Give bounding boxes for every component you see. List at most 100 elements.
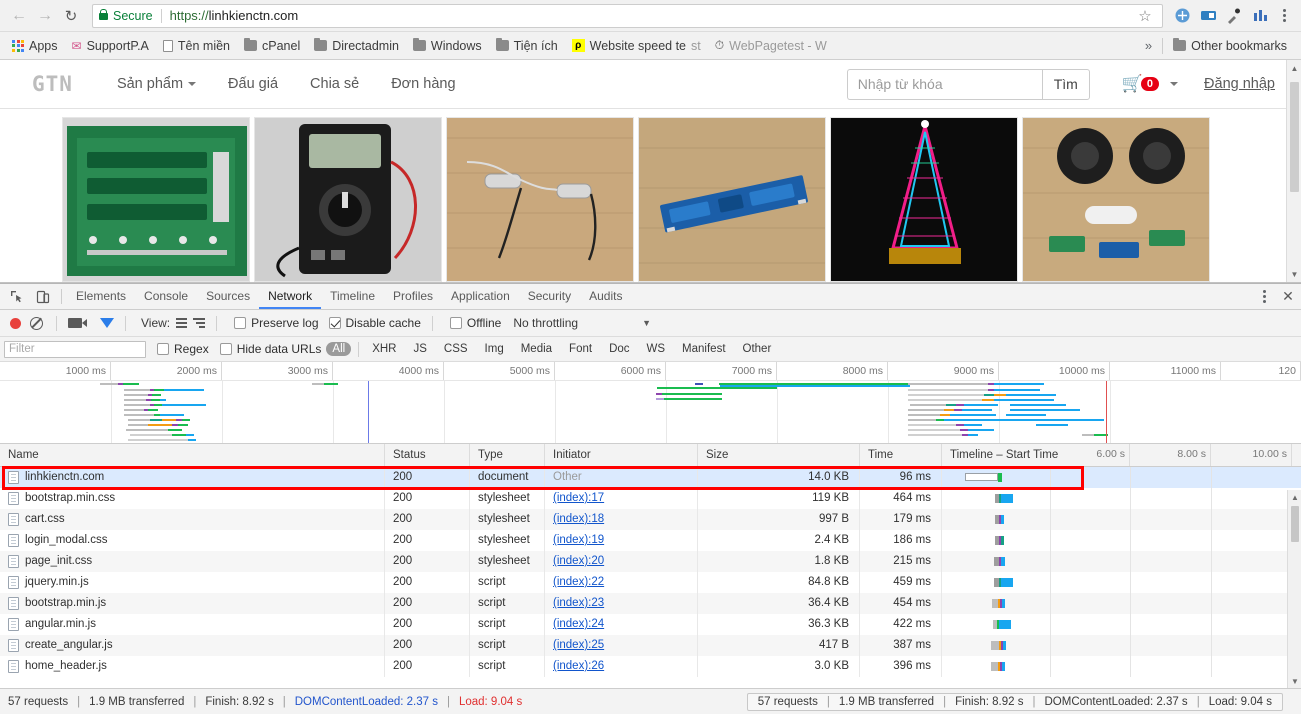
extension-icon-1[interactable] xyxy=(1169,3,1195,29)
table-row[interactable]: bootstrap.min.js 200 script (index):23 3… xyxy=(0,592,1301,614)
type-filter-css[interactable]: CSS xyxy=(438,342,474,356)
scroll-down-icon[interactable]: ▼ xyxy=(1287,266,1301,282)
column-header-type[interactable]: Type xyxy=(470,444,545,466)
bookmark-supportpa[interactable]: ✉ SupportP.A xyxy=(66,37,155,55)
tab-console[interactable]: Console xyxy=(135,284,197,309)
column-header-name[interactable]: Name xyxy=(0,444,385,466)
preserve-log-checkbox[interactable]: Preserve log xyxy=(234,316,319,330)
tab-application[interactable]: Application xyxy=(442,284,519,309)
bookmark-apps[interactable]: Apps xyxy=(6,37,64,55)
login-link[interactable]: Đăng nhập xyxy=(1204,76,1275,92)
nav-item-don-hang[interactable]: Đơn hàng xyxy=(375,70,471,98)
cell-name[interactable]: login_modal.css xyxy=(0,529,385,551)
type-filter-font[interactable]: Font xyxy=(563,342,598,356)
camera-icon[interactable] xyxy=(68,318,87,328)
product-thumb-blue-module[interactable] xyxy=(638,117,826,282)
column-header-initiator[interactable]: Initiator xyxy=(545,444,698,466)
requests-scrollbar[interactable]: ▲ ▼ xyxy=(1287,490,1301,688)
cell-name[interactable]: create_angular.js xyxy=(0,634,385,656)
cell-name[interactable]: jquery.min.js xyxy=(0,571,385,593)
checkbox-box[interactable] xyxy=(234,317,247,329)
tab-profiles[interactable]: Profiles xyxy=(384,284,442,309)
browser-menu-icon[interactable] xyxy=(1273,3,1295,29)
product-thumb-bms-board[interactable] xyxy=(62,117,250,282)
cell-name[interactable]: linhkienctn.com xyxy=(0,467,385,488)
scroll-down-icon[interactable]: ▼ xyxy=(1288,674,1301,688)
extension-icon-2[interactable] xyxy=(1195,3,1221,29)
view-list-icon[interactable] xyxy=(176,318,188,328)
cell-initiator[interactable]: (index):20 xyxy=(545,550,698,572)
bookmark-directadmin[interactable]: Directadmin xyxy=(308,37,405,55)
search-input[interactable] xyxy=(846,68,1042,100)
tab-security[interactable]: Security xyxy=(519,284,580,309)
tab-audits[interactable]: Audits xyxy=(580,284,631,309)
throttling-select-value[interactable]: No throttling xyxy=(513,316,578,330)
bookmark-ten-mien[interactable]: Tên miền xyxy=(157,37,236,55)
inspect-element-icon[interactable] xyxy=(4,284,30,309)
bookmark-windows[interactable]: Windows xyxy=(407,37,488,55)
overview-waterfall[interactable] xyxy=(0,381,1301,443)
tab-sources[interactable]: Sources xyxy=(197,284,259,309)
filter-icon[interactable] xyxy=(100,318,114,328)
eyedropper-icon[interactable] xyxy=(1221,3,1247,29)
bookmark-cpanel[interactable]: cPanel xyxy=(238,37,306,55)
forward-arrow-icon[interactable]: → xyxy=(32,3,58,29)
type-filter-js[interactable]: JS xyxy=(407,342,432,356)
type-filter-xhr[interactable]: XHR xyxy=(366,342,402,356)
scrollbar-thumb[interactable] xyxy=(1291,506,1299,542)
device-toolbar-icon[interactable] xyxy=(30,284,56,309)
tab-timeline[interactable]: Timeline xyxy=(321,284,384,309)
other-bookmarks-button[interactable]: Other bookmarks xyxy=(1167,37,1293,55)
cell-initiator[interactable]: (index):17 xyxy=(545,487,698,509)
cart-widget[interactable]: 🛒 0 xyxy=(1122,74,1179,94)
cell-name[interactable]: page_init.css xyxy=(0,550,385,572)
nav-item-chia-se[interactable]: Chia sẻ xyxy=(294,70,375,98)
tab-elements[interactable]: Elements xyxy=(67,284,135,309)
column-header-size[interactable]: Size xyxy=(698,444,860,466)
product-thumb-inductor[interactable] xyxy=(446,117,634,282)
address-bar[interactable]: Secure https://linhkienctn.com ☆ xyxy=(92,3,1163,28)
bookmarks-overflow-icon[interactable]: » xyxy=(1139,38,1158,53)
cell-initiator[interactable]: (index):22 xyxy=(545,571,698,593)
regex-checkbox[interactable]: Regex xyxy=(157,342,209,356)
reload-icon[interactable]: ↻ xyxy=(58,3,84,29)
cell-name[interactable]: home_header.js xyxy=(0,655,385,677)
offline-checkbox[interactable]: Offline xyxy=(449,316,501,330)
checkbox-box[interactable] xyxy=(449,317,462,329)
cell-initiator[interactable]: (index):25 xyxy=(545,634,698,656)
product-thumb-multimeter[interactable] xyxy=(254,117,442,282)
chevron-down-icon[interactable]: ▼ xyxy=(642,318,651,328)
table-row[interactable]: jquery.min.js 200 script (index):22 84.8… xyxy=(0,571,1301,593)
tab-network[interactable]: Network xyxy=(259,284,322,309)
bookmark-star-icon[interactable]: ☆ xyxy=(1134,5,1156,27)
cell-name[interactable]: cart.css xyxy=(0,508,385,530)
cell-name[interactable]: bootstrap.min.js xyxy=(0,592,385,614)
type-filter-doc[interactable]: Doc xyxy=(603,342,635,356)
view-waterfall-icon[interactable] xyxy=(193,318,206,328)
column-header-timeline[interactable]: Timeline – Start Time 6.00 s 8.00 s 10.0… xyxy=(942,444,1301,466)
cell-initiator[interactable]: (index):23 xyxy=(545,592,698,614)
cell-name[interactable]: angular.min.js xyxy=(0,613,385,635)
table-row[interactable]: home_header.js 200 script (index):26 3.0… xyxy=(0,655,1301,677)
chevron-down-icon[interactable] xyxy=(1170,82,1179,86)
clear-icon[interactable] xyxy=(30,316,43,330)
scroll-up-icon[interactable]: ▲ xyxy=(1287,60,1301,76)
analytics-icon[interactable] xyxy=(1247,3,1273,29)
table-row[interactable]: login_modal.css 200 stylesheet (index):1… xyxy=(0,529,1301,551)
bookmark-tien-ich[interactable]: Tiện ích xyxy=(490,37,564,55)
checkbox-box[interactable] xyxy=(328,317,341,329)
table-row[interactable]: bootstrap.min.css 200 stylesheet (index)… xyxy=(0,487,1301,509)
close-icon[interactable]: ✕ xyxy=(1275,288,1301,305)
scroll-up-icon[interactable]: ▲ xyxy=(1288,490,1301,504)
table-row[interactable]: linhkienctn.com 200 document Other 14.0 … xyxy=(0,467,1301,488)
cell-initiator[interactable]: (index):24 xyxy=(545,613,698,635)
back-arrow-icon[interactable]: ← xyxy=(6,3,32,29)
hide-data-urls-checkbox[interactable]: Hide data URLs xyxy=(219,342,321,356)
cell-initiator[interactable]: (index):26 xyxy=(545,655,698,677)
type-filter-manifest[interactable]: Manifest xyxy=(676,342,731,356)
network-overview[interactable]: 1000 ms 2000 ms 3000 ms 4000 ms 5000 ms … xyxy=(0,362,1301,444)
type-filter-img[interactable]: Img xyxy=(479,342,510,356)
search-button[interactable]: Tìm xyxy=(1041,68,1090,100)
devtools-menu-icon[interactable] xyxy=(1253,284,1275,310)
bookmark-webpagetest[interactable]: ⏱ WebPagetest - W xyxy=(709,36,833,55)
